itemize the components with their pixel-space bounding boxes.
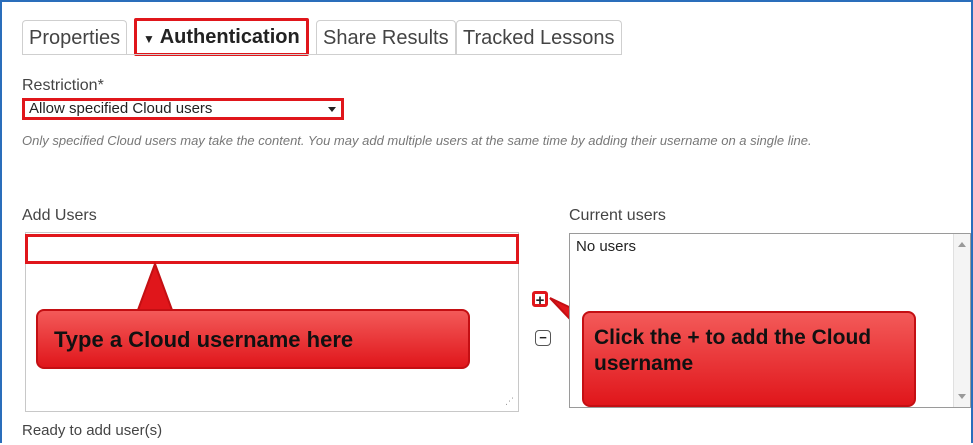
- add-users-label: Add Users: [22, 207, 97, 224]
- scroll-up-icon[interactable]: [958, 242, 966, 247]
- add-user-button[interactable]: +: [532, 291, 548, 309]
- callout-pointer: [136, 262, 174, 311]
- minus-icon: −: [539, 330, 547, 345]
- list-item: No users: [576, 238, 637, 255]
- tab-tracked-lessons[interactable]: Tracked Lessons: [456, 20, 622, 54]
- scroll-down-icon[interactable]: [958, 394, 966, 399]
- tab-label: Tracked Lessons: [463, 27, 615, 49]
- tab-authentication[interactable]: ▼ Authentication: [134, 18, 309, 56]
- caret-down-icon: ▼: [143, 32, 155, 46]
- chevron-down-icon: [328, 107, 336, 112]
- username-input[interactable]: [25, 234, 519, 264]
- restriction-value: Allow specified Cloud users: [29, 100, 213, 117]
- restriction-select[interactable]: Allow specified Cloud users: [22, 98, 344, 120]
- callout-text: Type a Cloud username here: [54, 327, 354, 352]
- resize-grip-icon[interactable]: ⋰: [505, 396, 514, 407]
- tab-label: Properties: [29, 27, 121, 49]
- status-text: Ready to add user(s): [22, 422, 163, 439]
- current-users-label: Current users: [569, 207, 666, 224]
- tab-label: Authentication: [159, 26, 300, 48]
- tab-share-results[interactable]: Share Results: [316, 20, 456, 54]
- restriction-label: Restriction*: [22, 77, 104, 94]
- scrollbar[interactable]: [953, 234, 970, 407]
- restriction-help-text: Only specified Cloud users may take the …: [22, 133, 812, 148]
- callout-type-username: Type a Cloud username here: [36, 309, 470, 369]
- tab-properties[interactable]: Properties: [22, 20, 128, 54]
- tab-divider: [22, 54, 622, 55]
- plus-icon: +: [535, 292, 545, 309]
- tab-label: Share Results: [323, 27, 449, 49]
- callout-text: Click the + to add the Cloud username: [594, 326, 872, 375]
- callout-click-plus: Click the + to add the Cloud username: [582, 311, 916, 407]
